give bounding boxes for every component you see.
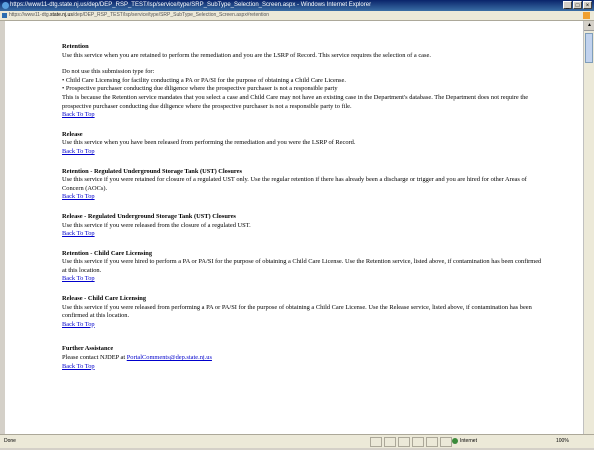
section-further-assistance: Further Assistance Please contact NJDEP … [62, 345, 544, 371]
url-rest: /dep/DEP_RSP_TEST/lsp/service/type/SRP_S… [72, 12, 270, 18]
security-zone[interactable]: Internet [452, 435, 477, 448]
internet-zone-icon [452, 437, 458, 444]
section-release-ust: Release - Regulated Underground Storage … [62, 213, 544, 239]
section-retention-ust: Retention - Regulated Underground Storag… [62, 168, 544, 202]
section-heading: Release [62, 130, 83, 138]
back-to-top-link[interactable]: Back To Top [62, 230, 95, 237]
zoom-level[interactable]: 100% [556, 435, 569, 448]
back-to-top-link[interactable]: Back To Top [62, 321, 95, 328]
address-url[interactable]: https://www11-dtg.state.nj.us/dep/DEP_RS… [9, 11, 269, 20]
section-retention-child-care: Retention - Child Care Licensing Use thi… [62, 250, 544, 284]
internet-explorer-icon [2, 2, 9, 9]
section-heading: Further Assistance [62, 345, 114, 353]
section-body: Use this service if you were released fr… [62, 303, 532, 320]
url-prefix: https://www11-dtg. [9, 12, 51, 18]
section-release-child-care: Release - Child Care Licensing Use this … [62, 295, 544, 329]
help-document: Retention Use this service when you are … [62, 43, 544, 382]
section-heading: Retention - Child Care Licensing [62, 249, 153, 257]
section-heading: Retention - Regulated Underground Storag… [62, 167, 242, 175]
back-to-top-link[interactable]: Back To Top [62, 275, 95, 282]
contact-email-link[interactable]: PortalComments@dep.state.nj.us [127, 354, 212, 361]
section-heading: Retention [62, 43, 89, 50]
window-title-bar: https://www11-dtg.state.nj.us/dep/DEP_RS… [0, 0, 594, 11]
window-controls: _ □ × [562, 1, 592, 11]
section-body: Use this service if you were released fr… [62, 221, 251, 229]
feed-icon[interactable] [583, 12, 590, 19]
section-heading: Release - Regulated Underground Storage … [62, 212, 236, 220]
list-item: • Prospective purchaser conducting due d… [62, 85, 338, 93]
section-heading: Release - Child Care Licensing [62, 295, 147, 303]
scrollbar-thumb[interactable] [585, 33, 593, 63]
section-body: Use this service if you were hired to pe… [62, 258, 542, 274]
address-bar[interactable]: https://www11-dtg.state.nj.us/dep/DEP_RS… [0, 11, 594, 21]
zone-label: Internet [460, 438, 477, 444]
note-body: This is because the Retention service ma… [62, 93, 529, 110]
url-host: state.nj.us [50, 12, 73, 18]
section-release: Release Use this service when you have b… [62, 131, 544, 157]
status-bar: Done Internet 100% [0, 434, 594, 448]
minimize-button[interactable]: _ [563, 1, 572, 9]
section-retention: Retention Use this service when you are … [62, 43, 544, 120]
scroll-up-arrow-icon[interactable]: ▲ [584, 21, 594, 31]
back-to-top-link[interactable]: Back To Top [62, 193, 95, 200]
section-body: Use this service if you were retained fo… [62, 176, 527, 192]
back-to-top-link[interactable]: Back To Top [62, 148, 95, 155]
close-button[interactable]: × [583, 1, 592, 9]
back-to-top-link[interactable]: Back To Top [62, 111, 95, 118]
section-body: Please contact NJDEP at PortalComments@d… [62, 354, 544, 363]
section-body: Use this service when you are retained t… [62, 51, 431, 59]
status-text: Done [4, 438, 16, 444]
section-body: Use this service when you have been rele… [62, 139, 356, 147]
maximize-button[interactable]: □ [573, 1, 582, 9]
back-to-top-link[interactable]: Back To Top [62, 363, 95, 370]
page-favicon-icon [2, 13, 7, 18]
note-intro: Do not use this submission type for: [62, 68, 155, 76]
status-panes [370, 437, 454, 450]
window-title: https://www11-dtg.state.nj.us/dep/DEP_RS… [10, 2, 372, 8]
contact-text: Please contact NJDEP at [62, 354, 127, 362]
page-viewport: Retention Use this service when you are … [5, 21, 583, 434]
vertical-scrollbar[interactable]: ▲ [583, 21, 594, 434]
list-item: • Child Care Licensing for facility cond… [62, 76, 346, 84]
